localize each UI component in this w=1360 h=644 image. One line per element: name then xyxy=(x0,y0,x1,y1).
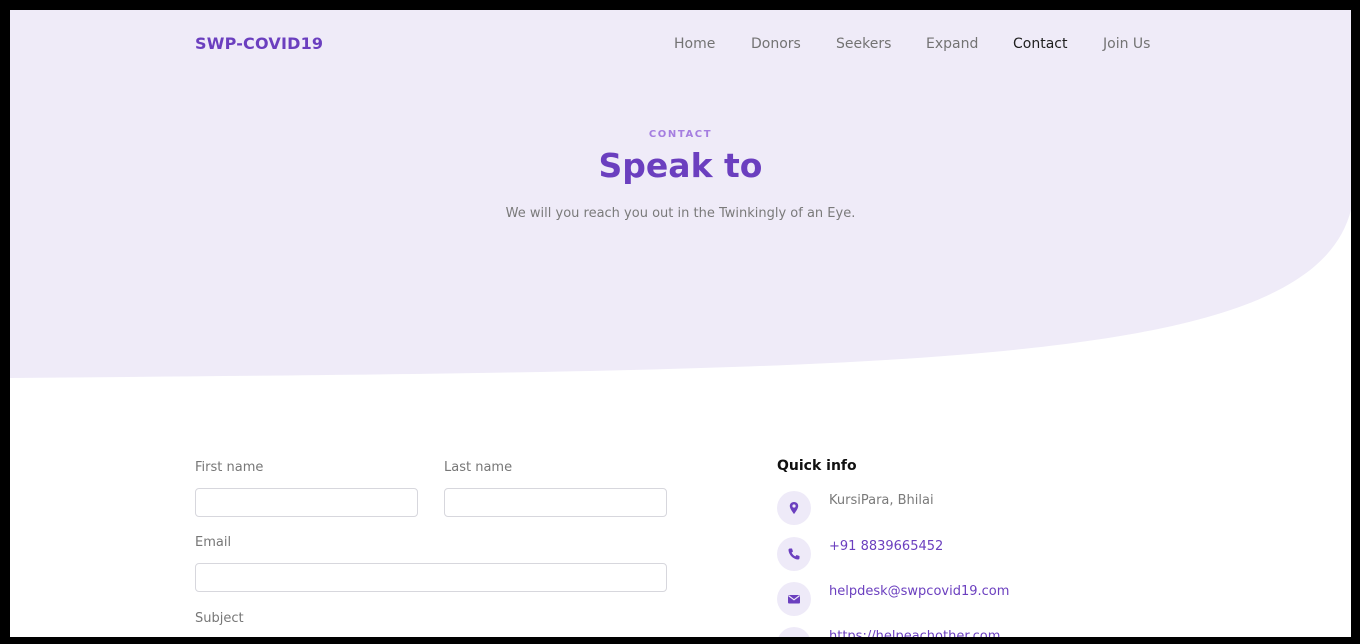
nav-link-home[interactable]: Home xyxy=(674,36,715,52)
last-name-label: Last name xyxy=(444,460,513,475)
envelope-icon xyxy=(777,582,811,616)
globe-icon xyxy=(777,627,811,637)
first-name-field[interactable] xyxy=(195,488,418,517)
email-link[interactable]: helpdesk@swpcovid19.com xyxy=(829,584,1009,599)
nav-link-contact[interactable]: Contact xyxy=(1013,36,1067,52)
nav-link-seekers[interactable]: Seekers xyxy=(836,36,891,52)
first-name-label: First name xyxy=(195,460,264,475)
nav-link-donors[interactable]: Donors xyxy=(751,36,801,52)
phone-link[interactable]: +91 8839665452 xyxy=(829,539,943,554)
phone-icon xyxy=(777,537,811,571)
website-link[interactable]: https://helpeachother.com xyxy=(829,629,1000,637)
nav-link-join-us[interactable]: Join Us xyxy=(1103,36,1150,52)
map-pin-icon xyxy=(777,491,811,525)
last-name-field[interactable] xyxy=(444,488,667,517)
nav-link-expand[interactable]: Expand xyxy=(926,36,978,52)
subject-label: Subject xyxy=(195,611,244,626)
page-title: Speak to xyxy=(598,146,763,185)
top-navbar: SWP-COVID19 Home Donors Seekers Expand C… xyxy=(10,10,1351,78)
email-label: Email xyxy=(195,535,232,550)
quick-info-title: Quick info xyxy=(777,458,857,474)
address-text: KursiPara, Bhilai xyxy=(829,493,934,508)
section-eyebrow: CONTACT xyxy=(648,129,713,140)
email-field[interactable] xyxy=(195,563,667,592)
page-subtitle: We will you reach you out in the Twinkin… xyxy=(505,206,856,221)
brand-logo[interactable]: SWP-COVID19 xyxy=(195,34,323,53)
page-frame: SWP-COVID19 Home Donors Seekers Expand C… xyxy=(10,10,1351,637)
